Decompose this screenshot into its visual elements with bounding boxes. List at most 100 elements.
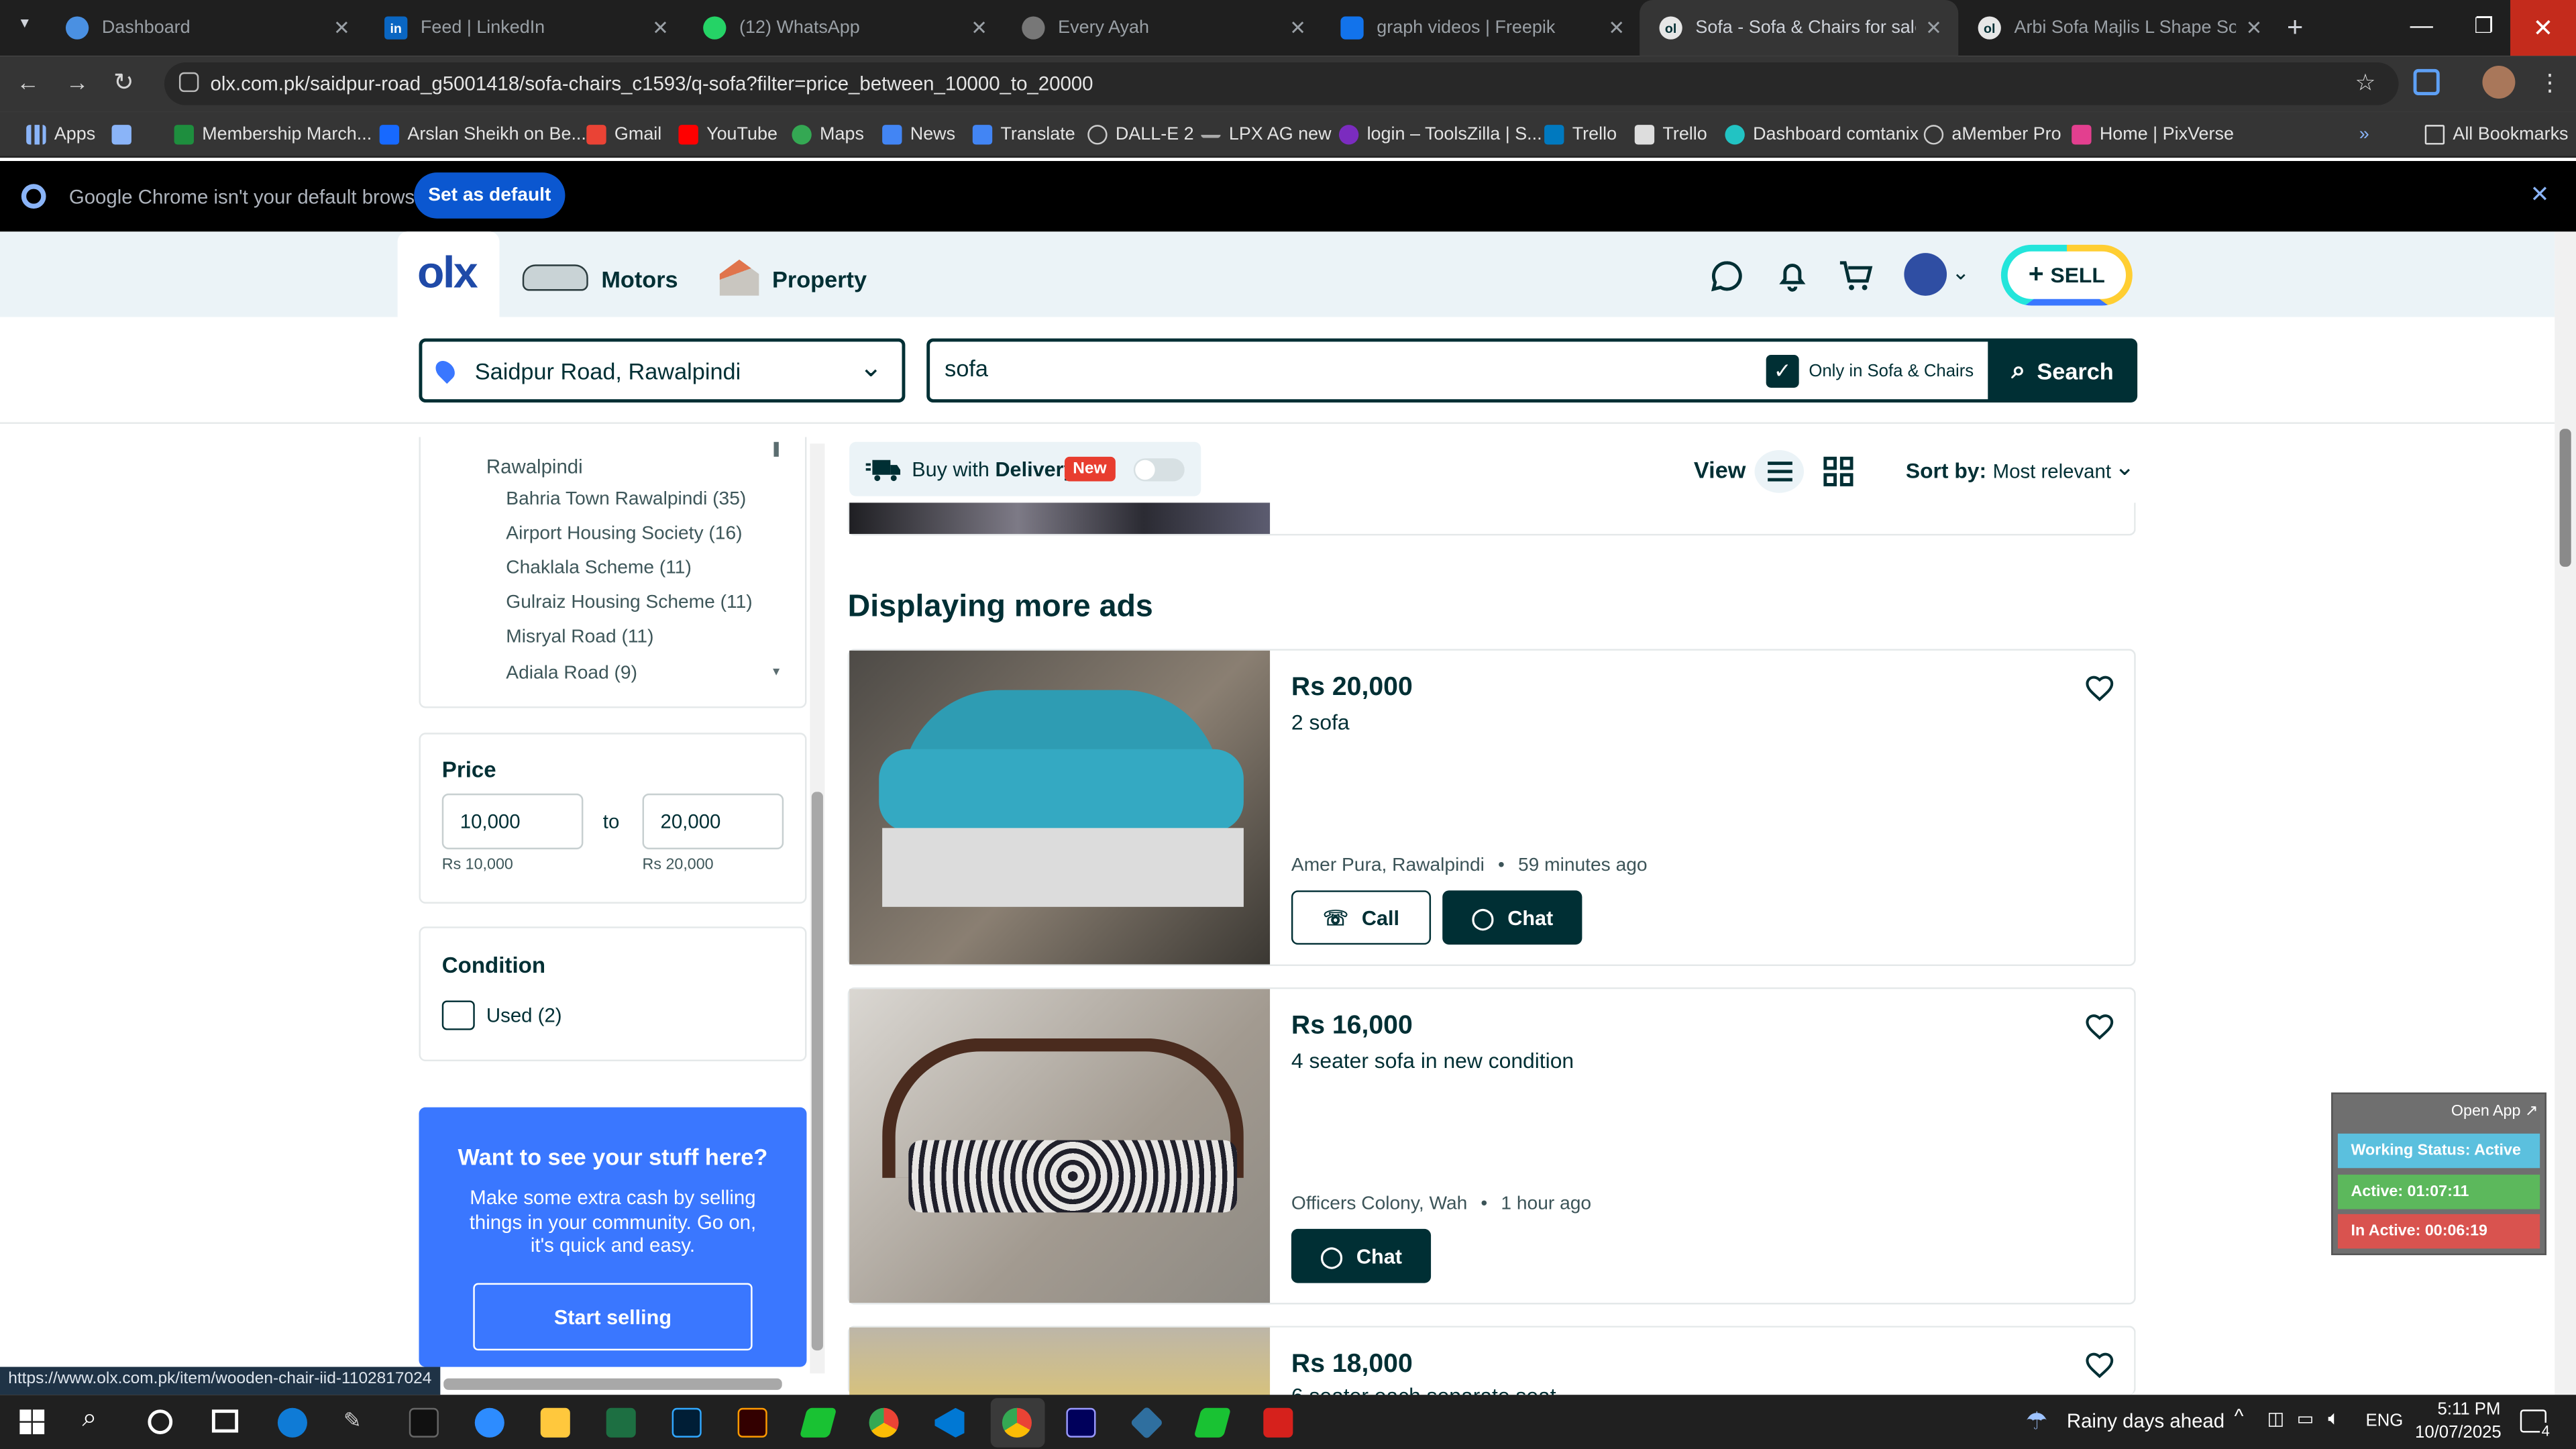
bookmark-membership[interactable]: Membership March... [174, 121, 372, 148]
terminal-icon[interactable] [409, 1407, 439, 1438]
language-indicator[interactable]: ENG [2366, 1411, 2404, 1431]
bookmark-amember[interactable]: aMember Pro [1923, 121, 2061, 148]
list-view-icon[interactable] [1754, 450, 1805, 493]
bookmark-gmail[interactable]: Gmail [586, 121, 661, 148]
cart-icon[interactable] [1838, 260, 1874, 292]
file-explorer-icon[interactable] [540, 1407, 570, 1438]
network-icon[interactable]: ◫ [2267, 1408, 2284, 1429]
tab-freepik[interactable]: graph videos | Freepik ✕ [1321, 0, 1642, 56]
tab-every-ayah[interactable]: Every Ayah ✕ [1002, 0, 1323, 56]
location-option[interactable]: Adiala Road (9) [506, 663, 637, 683]
sell-button[interactable]: + SELL [2000, 244, 2133, 306]
scroll-down-icon[interactable]: ▼ [771, 667, 782, 678]
location-option[interactable]: Bahria Town Rawalpindi (35) [506, 490, 746, 509]
chat-button[interactable]: ◯ Chat [1291, 1228, 1432, 1283]
minimize-icon[interactable]: — [2410, 11, 2433, 38]
price-max-input[interactable] [642, 793, 784, 850]
bookmark-translate[interactable]: Translate [972, 121, 1075, 148]
bookmark-news[interactable]: News [882, 121, 955, 148]
search-icon[interactable]: ⌕ [82, 1405, 97, 1434]
bookmark-star-icon[interactable]: ☆ [2355, 69, 2375, 97]
premiere-icon[interactable] [1066, 1407, 1096, 1438]
close-icon[interactable]: ✕ [1925, 16, 1942, 39]
location-option[interactable]: Chaklala Scheme (11) [506, 559, 692, 578]
bookmark-pixverse[interactable]: Home | PixVerse [2072, 121, 2234, 148]
pen-icon[interactable]: ✎ [343, 1408, 373, 1438]
user-avatar[interactable] [1904, 253, 1947, 296]
close-icon[interactable]: ✕ [652, 16, 669, 39]
scroll-thumb[interactable] [811, 792, 823, 1351]
task-view-icon[interactable] [211, 1409, 239, 1433]
close-icon[interactable]: ✕ [971, 16, 987, 39]
search-input[interactable] [945, 354, 1733, 382]
motors-link[interactable]: Motors [601, 266, 678, 292]
location-option[interactable]: Gulraiz Housing Scheme (11) [506, 593, 752, 612]
close-icon[interactable]: ✕ [2246, 16, 2263, 39]
horizontal-scrollbar[interactable] [443, 1378, 782, 1390]
site-info-icon[interactable] [178, 72, 199, 93]
tab-search-icon[interactable]: ▾ [10, 15, 40, 41]
ad-title[interactable]: 2 sofa [1291, 710, 1350, 735]
zoom-icon[interactable] [474, 1407, 504, 1438]
weather-text[interactable]: Rainy days ahead [2067, 1409, 2224, 1432]
menu-dots-icon[interactable]: ⋮ [2538, 69, 2561, 97]
chevron-down-icon[interactable]: ⌄ [2114, 451, 2135, 482]
bookmarks-overflow-icon[interactable]: » [2359, 121, 2369, 148]
ad-card[interactable]: Rs 20,000 2 sofa Amer Pura, Rawalpindi •… [847, 649, 2136, 967]
location-option[interactable]: Airport Housing Society (16) [506, 524, 742, 543]
location-option[interactable]: Misryal Road (11) [506, 628, 653, 647]
chrome-icon[interactable] [869, 1407, 899, 1438]
chevron-down-icon[interactable]: ⌄ [1951, 260, 1970, 286]
extensions-icon[interactable] [2413, 68, 2440, 96]
grid-view-icon[interactable] [1823, 456, 1854, 486]
bookmark-maps[interactable]: Maps [792, 121, 864, 148]
address-bar[interactable]: olx.com.pk/saidpur-road_g5001418/sofa-ch… [164, 62, 2399, 105]
close-icon[interactable]: ✕ [2530, 180, 2549, 209]
close-icon[interactable]: ✕ [1289, 16, 1306, 39]
edge-icon[interactable] [277, 1407, 307, 1438]
olx-logo[interactable]: olx [417, 248, 478, 299]
heart-icon[interactable] [2085, 1350, 2114, 1380]
sidebar-scrollbar[interactable] [810, 443, 825, 1374]
search-button[interactable]: ⌕ Search [1988, 338, 2138, 403]
chrome-active-icon[interactable] [1002, 1407, 1032, 1438]
ad-card[interactable]: Rs 16,000 4 seater sofa in new condition… [847, 987, 2136, 1305]
bookmark-grid[interactable] [111, 121, 140, 148]
clock-time[interactable]: 5:11 PM [2425, 1400, 2501, 1419]
used-label[interactable]: Used (2) [486, 1004, 562, 1026]
property-link[interactable]: Property [772, 266, 867, 292]
page-scrollbar[interactable] [2555, 231, 2576, 1395]
location-select[interactable]: Saidpur Road, Rawalpindi ⌄ [419, 338, 906, 403]
previous-ad-card[interactable] [847, 502, 2136, 536]
clock-date[interactable]: 10/07/2025 [2415, 1423, 2502, 1442]
forward-icon[interactable]: → [66, 69, 89, 95]
bookmark-dalle[interactable]: DALL-E 2 [1087, 121, 1194, 148]
reload-icon[interactable]: ↻ [113, 67, 134, 97]
acrobat-icon[interactable] [1263, 1407, 1293, 1438]
sort-select[interactable]: Most relevant [1993, 460, 2111, 483]
tab-whatsapp[interactable]: (12) WhatsApp ✕ [684, 0, 1004, 56]
display-icon[interactable]: ▭ [2297, 1408, 2314, 1429]
back-icon[interactable]: ← [16, 69, 39, 95]
delivery-toggle[interactable] [1133, 458, 1185, 482]
price-min-input[interactable] [441, 793, 584, 850]
illustrator-icon[interactable] [737, 1407, 767, 1438]
chat-icon[interactable] [1710, 260, 1743, 292]
used-checkbox[interactable] [441, 1000, 475, 1030]
scroll-thumb[interactable] [2559, 429, 2571, 567]
heart-icon[interactable] [2085, 1012, 2114, 1042]
set-default-button[interactable]: Set as default [414, 172, 566, 219]
volume-icon[interactable]: 🔈︎ [2328, 1406, 2340, 1431]
ad-title[interactable]: 4 seater sofa in new condition [1291, 1048, 1574, 1073]
ad-card[interactable]: Rs 18,000 6 seater each separate seat [847, 1326, 2136, 1408]
bookmark-apps[interactable]: Apps [26, 121, 95, 148]
window-close-icon[interactable]: ✕ [2510, 0, 2576, 56]
tab-dashboard[interactable]: Dashboard ✕ [46, 0, 367, 56]
bookmark-behance[interactable]: Arslan Sheikh on Be... [379, 121, 586, 148]
excel-icon[interactable] [606, 1407, 636, 1438]
heart-icon[interactable] [2085, 674, 2114, 703]
checkbox-checked-icon[interactable]: ✓ [1766, 354, 1799, 388]
close-icon[interactable]: ✕ [1608, 16, 1625, 39]
windows-start-icon[interactable] [19, 1409, 45, 1434]
tab-linkedin[interactable]: in Feed | LinkedIn ✕ [365, 0, 686, 56]
